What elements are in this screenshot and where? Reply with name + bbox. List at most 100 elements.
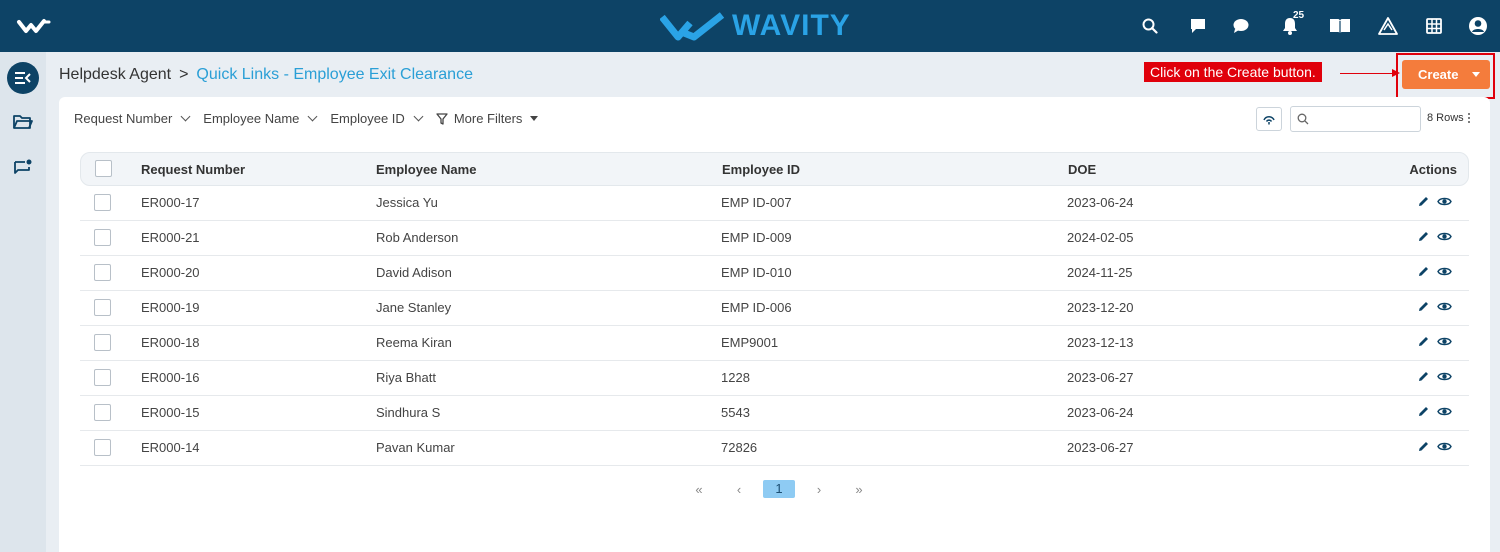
view-eye-icon[interactable] [1437,265,1452,283]
view-eye-icon[interactable] [1437,300,1452,318]
table-row[interactable]: ER000-20 David Adison EMP ID-010 2024-11… [80,256,1469,291]
chevron-down-icon [180,111,191,122]
cell-employee-name: Sindhura S [376,405,441,420]
chevron-down-icon [413,111,424,122]
row-checkbox[interactable] [94,229,111,246]
callout-arrow-line [1340,73,1396,74]
cell-doe: 2024-11-25 [1067,265,1133,280]
cell-employee-id: EMP9001 [721,335,779,350]
chat-bubble-icon[interactable] [1186,14,1210,38]
cell-doe: 2024-02-05 [1067,230,1134,245]
column-header-employee-id[interactable]: Employee ID [722,162,800,177]
filter-employee-name[interactable]: Employee Name [203,111,318,126]
column-header-actions: Actions [1409,162,1457,177]
rows-per-page-control[interactable]: 8 Rows [1427,112,1470,124]
cell-request-number[interactable]: ER000-16 [141,370,200,385]
broadcast-toggle-button[interactable] [1256,107,1282,131]
column-header-request-number[interactable]: Request Number [141,162,245,177]
cell-doe: 2023-12-20 [1067,300,1134,315]
edit-pencil-icon[interactable] [1417,440,1430,458]
first-page-button[interactable]: « [679,482,719,497]
kebab-menu-icon[interactable] [1467,113,1470,123]
cell-request-number[interactable]: ER000-21 [141,230,200,245]
table-row[interactable]: ER000-15 Sindhura S 5543 2023-06-24 [80,396,1469,431]
user-avatar-icon[interactable] [1466,14,1490,38]
pagination: « ‹ 1 › » [679,480,879,498]
search-input[interactable] [1291,107,1420,131]
edit-pencil-icon[interactable] [1417,335,1430,353]
breadcrumb-root[interactable]: Helpdesk Agent [59,66,171,84]
breadcrumb-current[interactable]: Quick Links - Employee Exit Clearance [196,66,473,84]
select-all-checkbox[interactable] [95,160,112,177]
grid-icon[interactable] [1422,14,1446,38]
warning-triangle-icon[interactable] [1376,14,1400,38]
edit-pencil-icon[interactable] [1417,230,1430,248]
row-checkbox[interactable] [94,439,111,456]
column-header-doe[interactable]: DOE [1068,162,1096,177]
table-header: Request Number Employee Name Employee ID… [80,152,1469,186]
filter-employee-id[interactable]: Employee ID [330,111,424,126]
cell-request-number[interactable]: ER000-15 [141,405,200,420]
cell-doe: 2023-06-24 [1067,195,1134,210]
create-button[interactable]: Create [1402,60,1490,89]
cell-doe: 2023-06-24 [1067,405,1134,420]
brand-name: WAVITY [732,9,851,42]
folder-icon[interactable] [7,106,39,138]
filter-request-number[interactable]: Request Number [74,111,191,126]
row-checkbox[interactable] [94,264,111,281]
current-page-button[interactable]: 1 [763,480,795,498]
view-eye-icon[interactable] [1437,195,1452,213]
edit-pencil-icon[interactable] [1417,405,1430,423]
filter-label: Request Number [74,111,173,126]
cell-employee-name: Reema Kiran [376,335,452,350]
table-row[interactable]: ER000-18 Reema Kiran EMP9001 2023-12-13 [80,326,1469,361]
funnel-icon [436,112,448,125]
cell-request-number[interactable]: ER000-19 [141,300,200,315]
row-checkbox[interactable] [94,369,111,386]
collapse-menu-icon[interactable] [7,62,39,94]
view-eye-icon[interactable] [1437,335,1452,353]
cell-request-number[interactable]: ER000-17 [141,195,200,210]
message-icon[interactable] [1229,14,1253,38]
row-checkbox[interactable] [94,334,111,351]
row-checkbox[interactable] [94,404,111,421]
bell-icon[interactable]: 25 [1278,10,1304,38]
signal-icon [1263,116,1275,125]
more-filters-button[interactable]: More Filters [436,111,539,126]
view-eye-icon[interactable] [1437,440,1452,458]
cell-employee-id: EMP ID-007 [721,195,792,210]
edit-pencil-icon[interactable] [1417,300,1430,318]
row-checkbox[interactable] [94,194,111,211]
cell-doe: 2023-06-27 [1067,440,1134,455]
edit-pencil-icon[interactable] [1417,195,1430,213]
table-row[interactable]: ER000-17 Jessica Yu EMP ID-007 2023-06-2… [80,186,1469,221]
cell-employee-name: Pavan Kumar [376,440,455,455]
view-eye-icon[interactable] [1437,370,1452,388]
search-field[interactable] [1290,106,1421,132]
cell-request-number[interactable]: ER000-14 [141,440,200,455]
cell-request-number[interactable]: ER000-20 [141,265,200,280]
last-page-button[interactable]: » [839,482,879,497]
notification-badge: 25 [1293,10,1305,21]
filter-label: More Filters [453,111,523,126]
view-eye-icon[interactable] [1437,405,1452,423]
row-checkbox[interactable] [94,299,111,316]
chat-notification-icon[interactable] [7,152,39,184]
column-header-employee-name[interactable]: Employee Name [376,162,476,177]
view-eye-icon[interactable] [1437,230,1452,248]
search-icon[interactable] [1138,14,1162,38]
table-row[interactable]: ER000-14 Pavan Kumar 72826 2023-06-27 [80,431,1469,466]
table-row[interactable]: ER000-16 Riya Bhatt 1228 2023-06-27 [80,361,1469,396]
edit-pencil-icon[interactable] [1417,370,1430,388]
edit-pencil-icon[interactable] [1417,265,1430,283]
caret-down-icon [1472,72,1480,77]
search-icon [1297,113,1309,125]
cell-request-number[interactable]: ER000-18 [141,335,200,350]
table-row[interactable]: ER000-21 Rob Anderson EMP ID-009 2024-02… [80,221,1469,256]
book-icon[interactable] [1328,14,1352,38]
table-row[interactable]: ER000-19 Jane Stanley EMP ID-006 2023-12… [80,291,1469,326]
next-page-button[interactable]: › [799,482,839,497]
caret-down-icon [530,116,539,121]
app-logo-icon[interactable] [16,14,56,38]
prev-page-button[interactable]: ‹ [719,482,759,497]
